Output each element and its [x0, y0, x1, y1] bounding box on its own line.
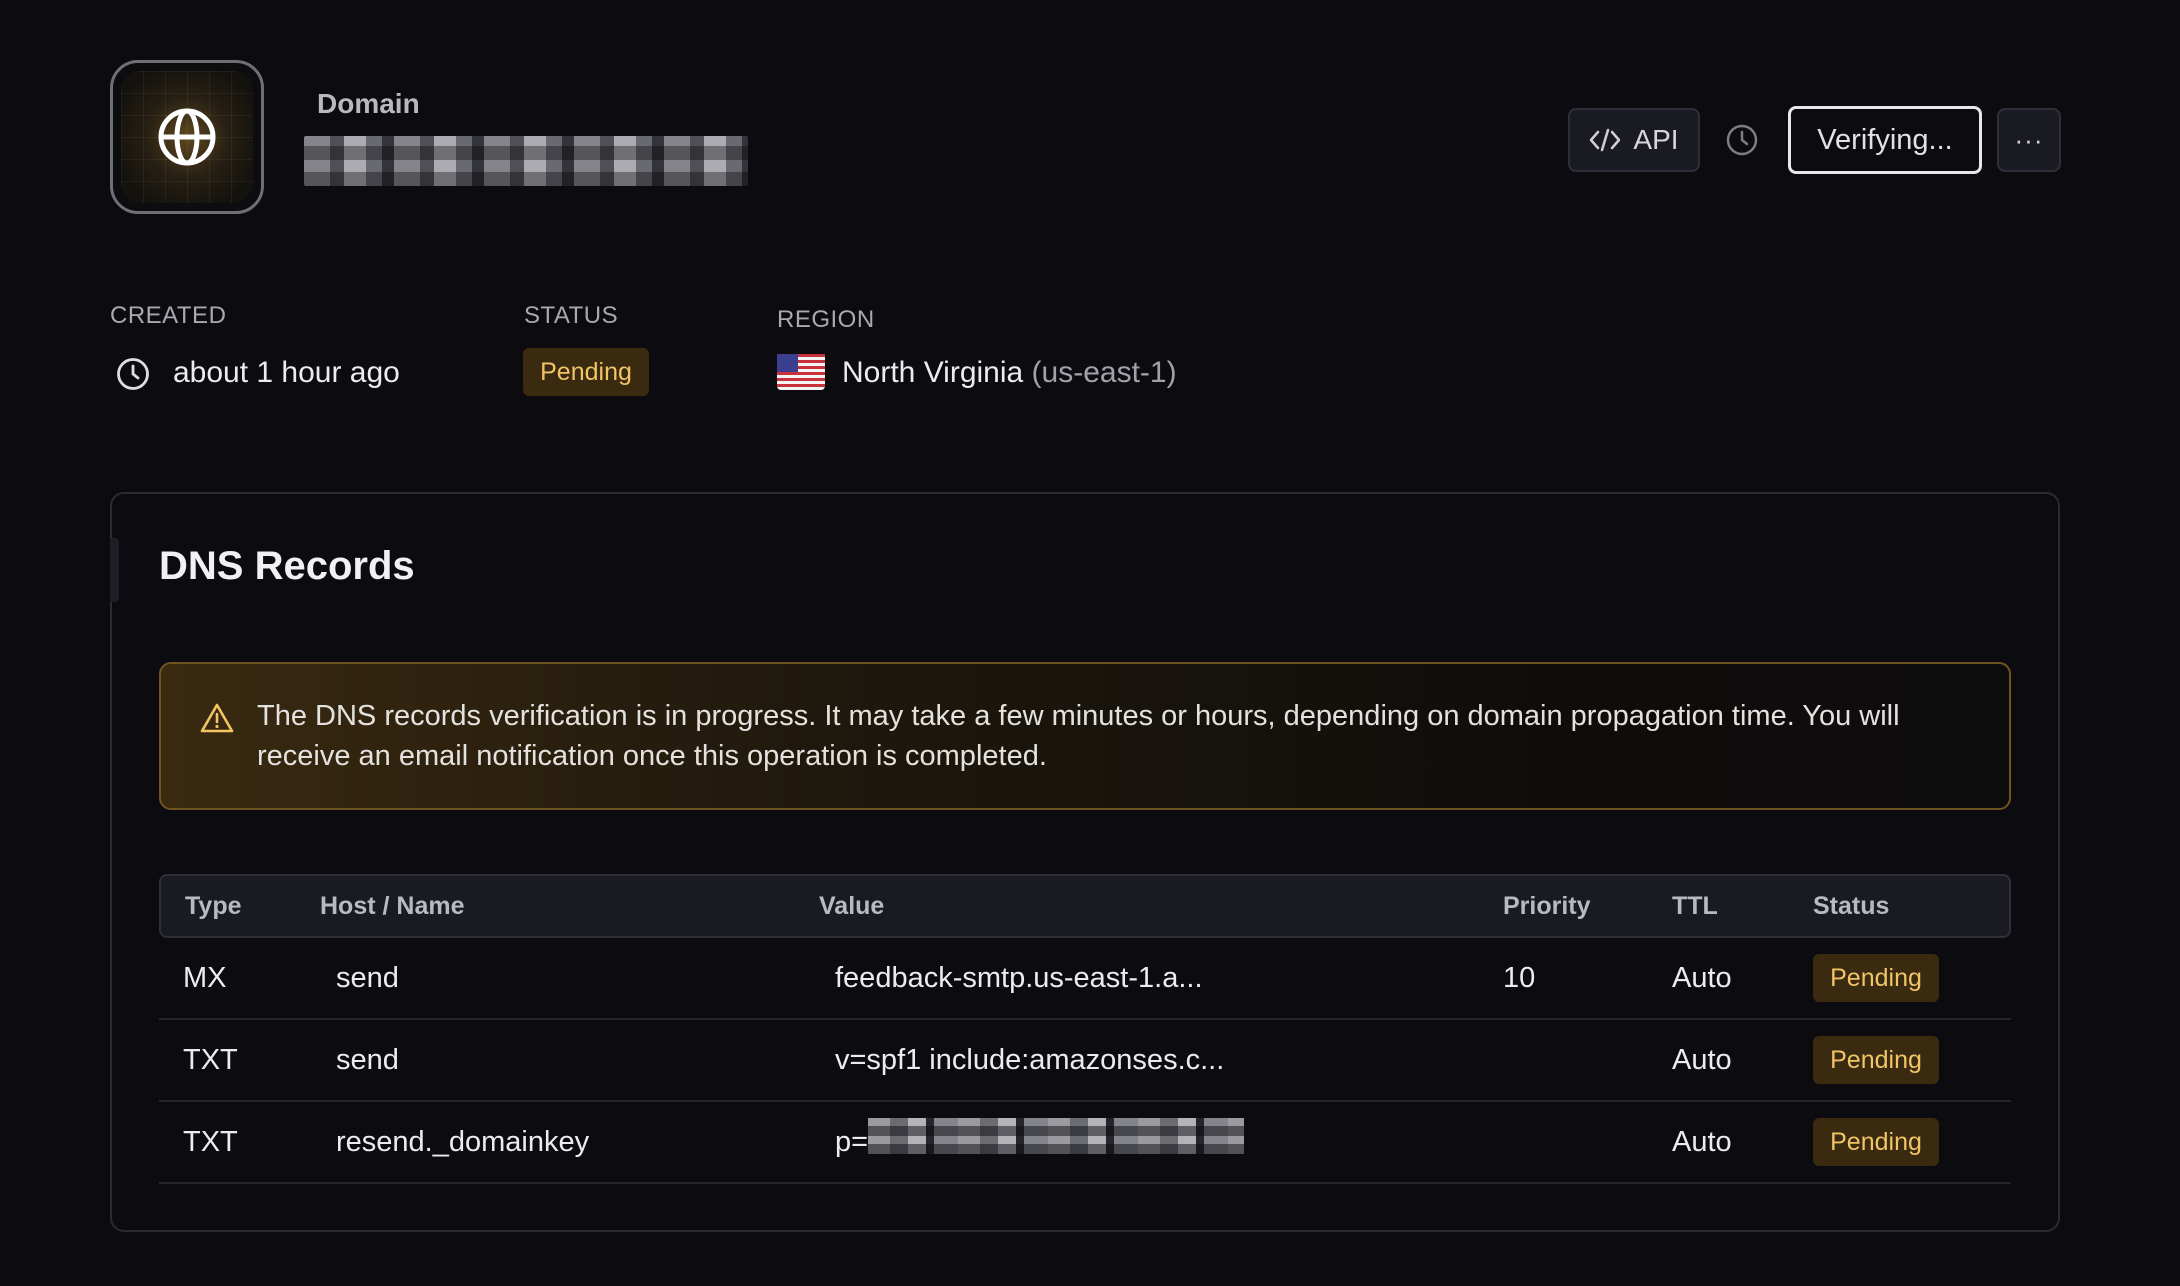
warning-icon: [200, 703, 234, 733]
column-priority: Priority: [1503, 892, 1591, 920]
row-1-host[interactable]: send: [336, 962, 399, 995]
verify-button[interactable]: Verifying...: [1788, 106, 1982, 174]
column-type: Type: [185, 892, 242, 920]
row-divider: [159, 1182, 2011, 1184]
clock-icon: [1726, 124, 1758, 156]
created-label: CREATED: [110, 302, 227, 329]
column-ttl: TTL: [1672, 892, 1718, 920]
row-1-status-badge: Pending: [1813, 954, 1939, 1002]
row-3-host[interactable]: resend._domainkey: [336, 1126, 589, 1159]
alert-message: The DNS records verification is in progr…: [257, 700, 1900, 772]
region-code: (us-east-1): [1031, 356, 1177, 389]
status-label: STATUS: [524, 302, 619, 329]
card-accent: [110, 538, 119, 602]
domain-name-redacted: [304, 136, 748, 186]
globe-icon: [158, 108, 216, 166]
created-value: about 1 hour ago: [173, 356, 400, 389]
row-2-type: TXT: [183, 1044, 238, 1076]
history-button[interactable]: [1722, 118, 1762, 162]
region-label: REGION: [777, 306, 875, 333]
more-options-button[interactable]: ···: [1997, 108, 2061, 172]
row-3-ttl: Auto: [1672, 1126, 1732, 1158]
row-2-ttl: Auto: [1672, 1044, 1732, 1076]
row-2-status-badge: Pending: [1813, 1036, 1939, 1084]
column-value: Value: [819, 892, 885, 920]
us-flag-icon: [777, 354, 825, 390]
row-3-type: TXT: [183, 1126, 238, 1158]
row-1-priority: 10: [1503, 962, 1536, 994]
api-button-label: API: [1633, 124, 1679, 155]
region-name: North Virginia: [842, 356, 1024, 389]
row-2-host[interactable]: send: [336, 1044, 399, 1077]
dkim-value-redacted: [868, 1118, 1244, 1154]
row-1-ttl: Auto: [1672, 962, 1732, 994]
row-1-value[interactable]: feedback-smtp.us-east-1.a...: [835, 962, 1203, 995]
row-1-type: MX: [183, 962, 227, 994]
api-button[interactable]: API: [1568, 108, 1700, 172]
row-divider: [159, 1018, 2011, 1020]
row-2-value[interactable]: v=spf1 include:amazonses.c...: [835, 1044, 1224, 1077]
domain-avatar: [110, 60, 264, 214]
row-3-value[interactable]: p=: [835, 1126, 868, 1159]
column-host: Host / Name: [320, 892, 465, 920]
row-divider: [159, 1100, 2011, 1102]
row-3-status-badge: Pending: [1813, 1118, 1939, 1166]
column-status: Status: [1813, 892, 1890, 920]
clock-icon: [117, 358, 149, 390]
domain-label: Domain: [317, 88, 420, 119]
dns-records-title: DNS Records: [159, 544, 415, 588]
code-icon: [1590, 128, 1621, 152]
region-value: North Virginia (us-east-1): [842, 356, 1177, 390]
status-badge: Pending: [523, 348, 649, 396]
